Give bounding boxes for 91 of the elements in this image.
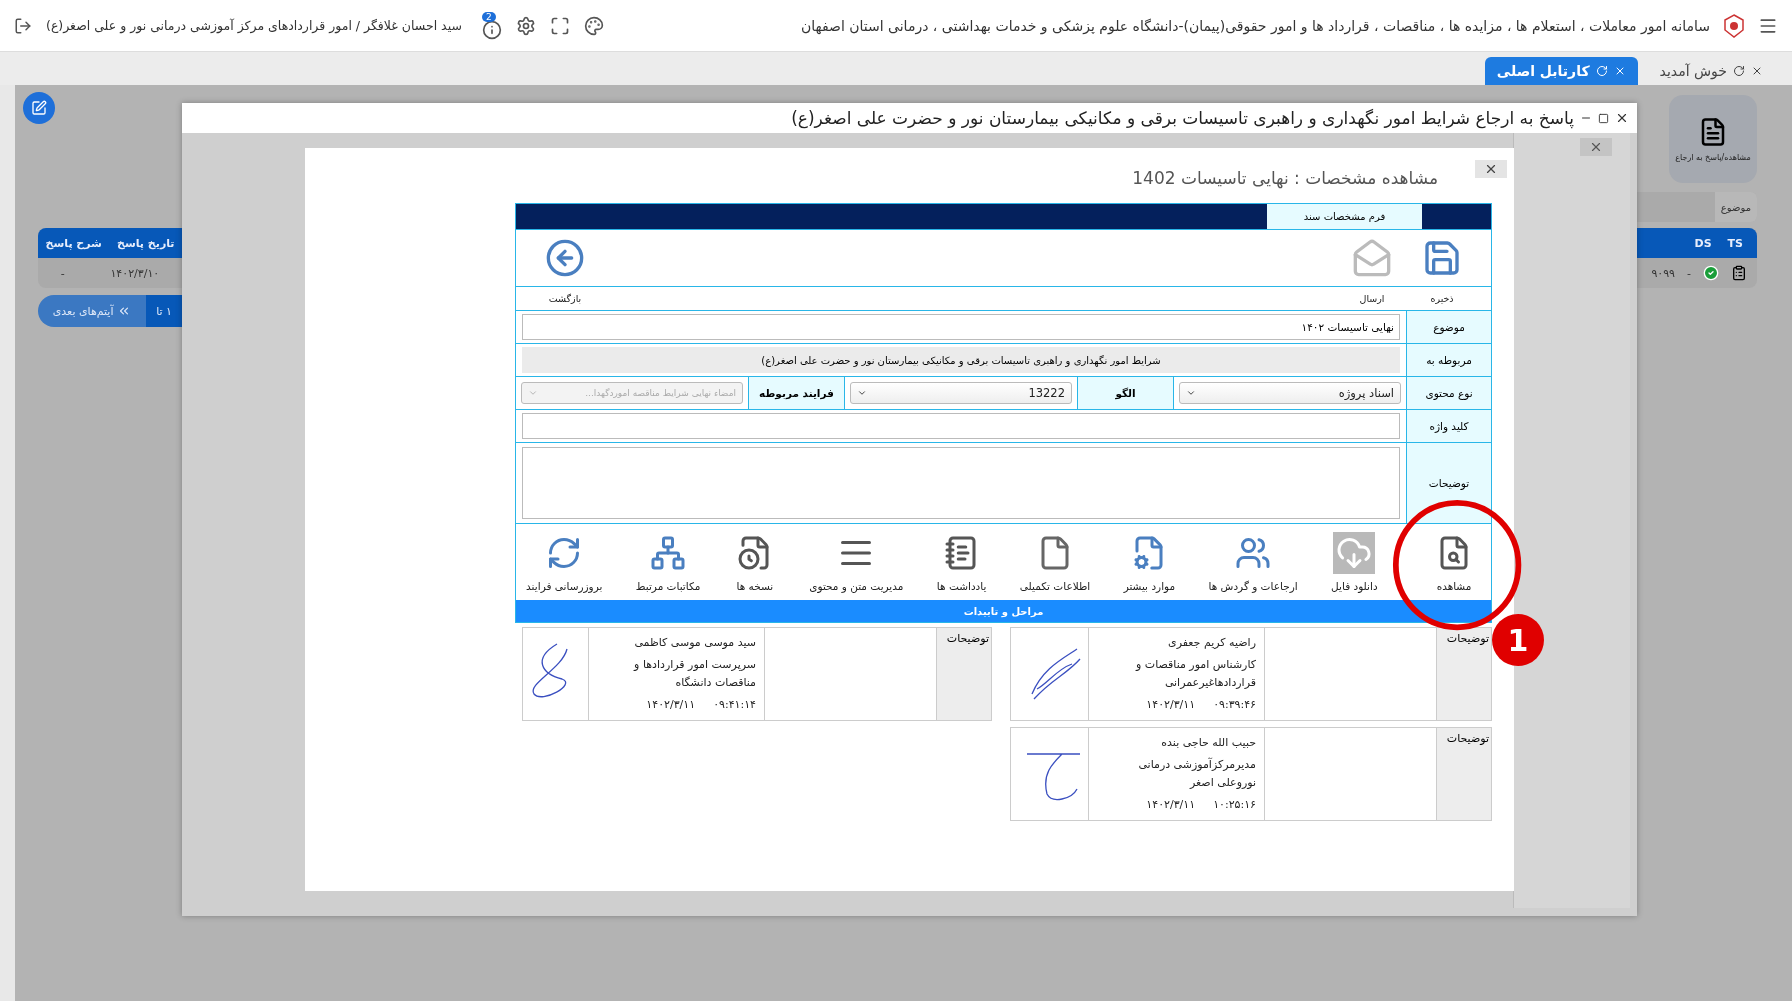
column-header: تاریخ پاسخ xyxy=(117,236,175,250)
action-button[interactable]: ارجاعات و گردش ها xyxy=(1204,524,1302,600)
approval-date: ۱۴۰۲/۳/۱۱ xyxy=(1146,797,1196,813)
field-label: کلید واژه xyxy=(1406,410,1491,442)
info-icon xyxy=(481,19,502,40)
table-cell: ۹۰۹۹ xyxy=(1651,266,1675,280)
action-button[interactable]: مدیریت متن و محتوی xyxy=(805,524,908,600)
field-label: الگو xyxy=(1077,377,1174,409)
user-info: سید احسان غلافگر / امور قراردادهای مرکز آموزشی درمانی نور و علی اصغر(ع) xyxy=(46,18,462,33)
action-card[interactable]: مشاهده/پاسخ به ارجاع xyxy=(1669,95,1757,183)
card-label: مشاهده/پاسخ به ارجاع xyxy=(1675,152,1751,162)
fullscreen-icon[interactable] xyxy=(549,15,570,36)
form-tab[interactable]: فرم مشخصات سند xyxy=(1267,204,1422,229)
tab-label: خوش آمدید xyxy=(1659,63,1727,79)
connected-boxes-icon xyxy=(650,535,687,571)
action-button[interactable]: اطلاعات تکمیلی xyxy=(1015,524,1095,600)
field-label: موضوع xyxy=(1714,192,1757,222)
action-button[interactable]: یادداشت ها xyxy=(932,524,991,600)
approver-role: کارشناس امور مناقصات و قراردادهاغیرعمرانی xyxy=(1134,657,1256,691)
edit-button[interactable] xyxy=(23,92,55,124)
notification-badge: 2 xyxy=(481,11,496,22)
maximize-icon xyxy=(1598,112,1609,124)
field-label: موضوع xyxy=(1406,311,1491,343)
field-label: فرایند مربوطه xyxy=(748,377,845,409)
text-field[interactable]: نهایی تاسیسات ۱۴۰۲ xyxy=(522,314,1400,340)
settings-icon[interactable] xyxy=(515,15,536,36)
tab[interactable]: خوش آمدید xyxy=(1647,57,1775,85)
select-field[interactable]: اسناد پروژه xyxy=(1179,382,1401,404)
refresh-icon[interactable] xyxy=(1733,65,1745,77)
comment-label: توضیحات xyxy=(936,628,991,720)
caret-icon xyxy=(528,388,538,398)
maximize-button[interactable] xyxy=(1598,112,1609,124)
approver-name: حبیب الله حاجی بنده xyxy=(1160,735,1256,751)
approver-name: راضیه کریم جعفری xyxy=(1167,635,1256,651)
palette-icon[interactable] xyxy=(583,15,604,36)
field-label: توضیحات xyxy=(1406,443,1491,523)
approval-date: ۱۴۰۲/۳/۱۱ xyxy=(1146,697,1196,713)
approver-role: مدیرمرکزآموزشی درمانی نوروعلی اصغر xyxy=(1137,756,1256,791)
close-button[interactable] xyxy=(1475,160,1507,178)
column-header: TS xyxy=(1727,236,1743,250)
dialog-title: مشاهده مشخصات : نهایی تاسیسات 1402 xyxy=(1132,168,1438,188)
close-icon xyxy=(1589,140,1603,154)
close-icon xyxy=(1615,111,1629,125)
approval-time: ۱۰:۲۵:۱۶ xyxy=(1213,797,1256,813)
check-icon xyxy=(1703,265,1719,281)
cloud-download-icon xyxy=(1336,535,1373,571)
close-icon[interactable] xyxy=(1751,65,1763,77)
table-cell: - xyxy=(60,266,65,280)
comment-label: توضیحات xyxy=(1436,628,1491,720)
envelope-icon xyxy=(1352,238,1392,278)
page-range: ۱ تا xyxy=(146,295,182,327)
text-field[interactable] xyxy=(522,413,1400,439)
logout-icon[interactable] xyxy=(14,16,32,35)
edit-icon xyxy=(31,100,47,116)
close-icon xyxy=(1484,162,1498,176)
save-icon xyxy=(1422,238,1462,278)
field-label: مربوطه به xyxy=(1406,344,1491,376)
subject-field[interactable]: موضوع xyxy=(1637,192,1757,222)
approval-date: ۱۴۰۲/۳/۱۱ xyxy=(646,697,696,713)
approval-time: ۰۹:۴۱:۱۴ xyxy=(713,697,756,713)
select-field[interactable]: 13222 xyxy=(850,382,1072,404)
approver-name: سید موسی موسی کاظمی xyxy=(633,635,756,651)
approver-role: سرپرست امور قراردادها و مناقصات دانشگاه xyxy=(632,657,756,691)
column-header: شرح پاسخ xyxy=(45,236,102,250)
toolbar-button[interactable]: بازگشت xyxy=(530,230,600,310)
logo-icon xyxy=(1724,13,1744,38)
window-title: پاسخ به ارجاع شرایط امور نگهداری و راهبری تاسیسات برقی و مکانیکی بیمارستان نور و حضرت علی اصغر(ع) xyxy=(791,108,1574,128)
caret-icon xyxy=(1186,388,1196,398)
column-header: DS xyxy=(1694,236,1712,250)
users-icon xyxy=(1235,535,1272,571)
field-value: شرایط امور نگهداری و راهبری تاسیسات برقی و مکانیکی بیمارستان نور و حضرت علی اصغر(ع) xyxy=(522,347,1400,373)
close-button[interactable] xyxy=(1615,111,1629,125)
action-button[interactable]: مکاتبات مرتبط xyxy=(631,524,705,600)
info-button[interactable]: 2 xyxy=(475,11,502,40)
action-button[interactable]: نسخه ها xyxy=(729,524,780,600)
toolbar-button[interactable]: ذخیره xyxy=(1407,230,1477,310)
approval-time: ۰۹:۳۹:۴۶ xyxy=(1213,697,1256,713)
comment-label: توضیحات xyxy=(1436,728,1491,820)
app-title: سامانه امور معاملات ، استعلام ها ، مزایده ها ، مناقصات ، قرارداد ها و امور حقوقی(پیمان)-دانشگاه علوم پزشکی و خدمات بهداشتی ، درمانی استان اصفهان xyxy=(800,17,1710,34)
action-button[interactable]: بروزرسانی فرایند xyxy=(522,524,607,600)
section-header: مراحل و تاییدات xyxy=(516,600,1491,622)
field-label: نوع محتوی xyxy=(1406,377,1491,409)
table-cell: - xyxy=(1687,266,1691,280)
table-cell: ۱۴۰۲/۳/۱۰ xyxy=(110,266,160,280)
tab-label: کارتابل اصلی xyxy=(1496,63,1590,79)
caret-icon xyxy=(857,388,867,398)
action-button[interactable]: موارد بیشتر xyxy=(1119,524,1180,600)
tab[interactable]: کارتابل اصلی xyxy=(1484,57,1638,85)
clipboard-icon[interactable] xyxy=(1731,265,1747,281)
next-items-button[interactable]: آیتم‌های بعدی xyxy=(38,295,147,327)
action-button[interactable]: دانلود فایل xyxy=(1327,524,1382,600)
